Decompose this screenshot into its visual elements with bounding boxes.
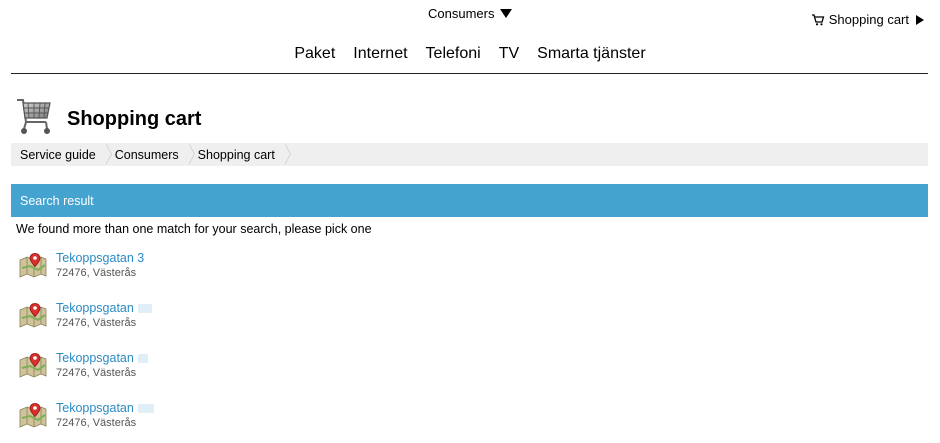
address-city: 72476, Västerås	[56, 317, 137, 329]
address-street-link[interactable]: Tekoppsgatan	[56, 301, 152, 316]
breadcrumb-service-guide[interactable]: Service guide	[11, 143, 112, 166]
nav-item-tv[interactable]: TV	[499, 45, 519, 63]
shopping-cart-icon	[15, 96, 53, 143]
address-street-link[interactable]: Tekoppsgatan	[56, 351, 148, 366]
breadcrumb-consumers[interactable]: Consumers	[106, 143, 195, 166]
search-result-message: We found more than one match for your se…	[16, 222, 372, 236]
address-result-list: Tekoppsgatan 3 72476, Västerås Tekoppsga…	[18, 251, 154, 443]
address-result-item[interactable]: Tekoppsgatan 3 72476, Västerås	[18, 251, 154, 301]
address-street-link[interactable]: Tekoppsgatan 3	[56, 251, 144, 266]
redacted-number	[137, 404, 154, 414]
map-pin-icon	[18, 252, 48, 278]
nav-divider	[11, 73, 928, 74]
cart-icon	[811, 13, 825, 26]
main-nav: Paket Internet Telefoni TV Smarta tjänst…	[0, 45, 940, 63]
nav-item-internet[interactable]: Internet	[353, 45, 407, 63]
page-title: Shopping cart	[67, 108, 202, 130]
consumer-select[interactable]: Consumers	[428, 6, 513, 21]
chevron-right-icon	[916, 14, 924, 25]
address-result-item[interactable]: Tekoppsgatan 72476, Västerås	[18, 301, 154, 351]
map-pin-icon	[18, 302, 48, 328]
map-pin-icon	[18, 402, 48, 428]
address-city: 72476, Västerås	[56, 417, 137, 429]
breadcrumb: Service guide Consumers Shopping cart	[11, 143, 928, 166]
consumer-select-label: Consumers	[428, 6, 495, 21]
nav-item-telefoni[interactable]: Telefoni	[426, 45, 481, 63]
address-city: 72476, Västerås	[56, 267, 137, 279]
cart-link[interactable]: Shopping cart	[811, 12, 924, 27]
breadcrumb-shopping-cart[interactable]: Shopping cart	[189, 143, 291, 166]
map-pin-icon	[18, 352, 48, 378]
address-street-link[interactable]: Tekoppsgatan	[56, 401, 154, 416]
address-result-item[interactable]: Tekoppsgatan 72476, Västerås	[18, 351, 154, 401]
chevron-down-icon	[500, 9, 513, 18]
cart-link-label: Shopping cart	[828, 12, 909, 27]
search-result-header: Search result	[11, 184, 928, 217]
nav-item-paket[interactable]: Paket	[294, 45, 335, 63]
redacted-number	[137, 354, 148, 364]
address-city: 72476, Västerås	[56, 367, 137, 379]
nav-item-smarta-tjanster[interactable]: Smarta tjänster	[537, 45, 645, 63]
redacted-number	[137, 304, 152, 314]
page-header: Shopping cart	[15, 96, 201, 143]
address-result-item[interactable]: Tekoppsgatan 72476, Västerås	[18, 401, 154, 443]
